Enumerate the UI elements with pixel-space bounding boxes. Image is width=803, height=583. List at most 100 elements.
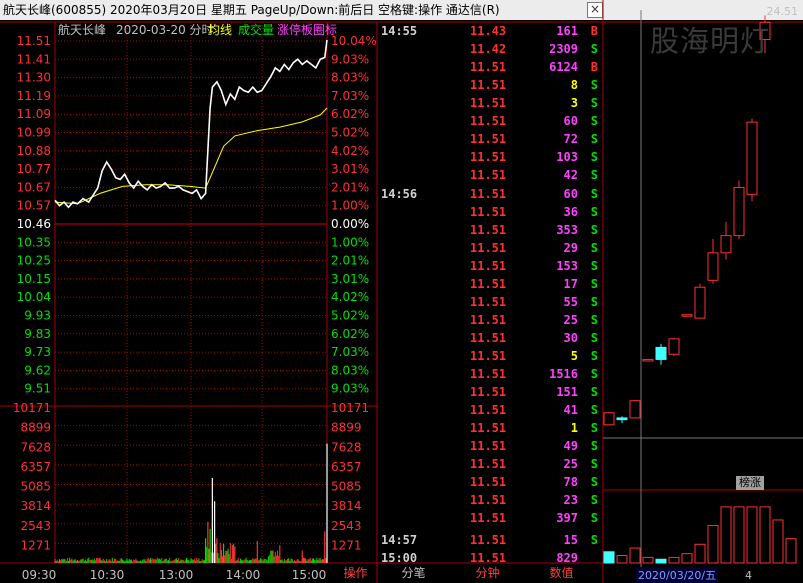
tab-operate[interactable]: 操作	[333, 564, 378, 583]
tick-price: 11.51	[470, 277, 507, 291]
tick-row: 11.51 23 S	[378, 491, 603, 509]
tick-price: 11.51	[470, 150, 507, 164]
tick-side: S	[590, 313, 598, 327]
tick-volume: 103	[556, 150, 578, 164]
kline-volume-bar	[629, 547, 641, 564]
pct-axis-label: 4.02%	[331, 290, 369, 304]
tab-tick[interactable]: 分笔	[381, 564, 446, 583]
kline-candle	[629, 400, 641, 419]
price-axis-label: 10.57	[17, 199, 51, 213]
tick-volume: 78	[563, 475, 578, 489]
bottom-tabs: 操作 分笔 分钟 数值	[333, 564, 603, 583]
price-axis-label: 10.99	[17, 126, 51, 140]
tick-side: S	[590, 96, 598, 110]
tick-row: 14:55 11.43 161 B	[378, 22, 603, 40]
tick-row: 11.51 353 S	[378, 221, 603, 239]
tick-side: B	[590, 60, 598, 74]
tick-price: 11.51	[470, 385, 507, 399]
tick-side: S	[590, 150, 598, 164]
tick-side: S	[590, 168, 598, 182]
pct-axis-label: 6.02%	[331, 327, 369, 341]
tick-volume: 2309	[549, 42, 578, 56]
tick-row: 11.51 1 S	[378, 419, 603, 437]
pct-axis-label: 8.03%	[331, 363, 369, 377]
price-axis-label: 10.67	[17, 180, 51, 194]
tick-volume: 41	[563, 403, 578, 417]
tick-volume: 3	[570, 96, 578, 110]
tick-volume: 49	[563, 439, 578, 453]
tick-side: S	[590, 187, 598, 201]
price-axis-label: 10.25	[17, 254, 51, 268]
vol-axis-label: 2543	[20, 519, 51, 533]
tick-price: 11.51	[470, 439, 507, 453]
tick-side: S	[590, 223, 598, 237]
tick-side: S	[590, 421, 598, 435]
tick-volume: 30	[563, 331, 578, 345]
vol-axis-label: 10171	[13, 401, 51, 415]
tick-row: 11.51 42 S	[378, 166, 603, 184]
tick-volume: 397	[556, 511, 578, 525]
tick-price: 11.51	[470, 114, 507, 128]
time-axis-label: 09:30	[22, 568, 57, 582]
tick-price: 11.51	[470, 241, 507, 255]
price-axis-label: 9.83	[24, 327, 51, 341]
kline-volume-bar	[720, 506, 732, 564]
tick-row: 11.51 41 S	[378, 401, 603, 419]
kline-top-value: 24.51	[767, 5, 799, 18]
kline-candle	[720, 235, 732, 254]
kline-volume-bar	[681, 553, 693, 564]
tick-list: 14:55 11.43 161 B 11.42 2309 S 11.51 6124 B 11.51 8…	[378, 20, 603, 565]
pct-axis-label: 9.03%	[331, 382, 369, 396]
tick-price: 11.51	[470, 475, 507, 489]
kline-candle	[668, 338, 680, 355]
vol-axis-label: 8899	[331, 421, 362, 435]
price-axis-label: 11.30	[17, 71, 51, 85]
vol-axis-label: 5085	[331, 480, 362, 494]
tick-row: 11.51 8 S	[378, 76, 603, 94]
price-axis-label: 11.09	[17, 107, 51, 121]
tick-side: S	[590, 114, 598, 128]
tick-row: 11.51 103 S	[378, 148, 603, 166]
tick-side: B	[590, 24, 598, 38]
tab-value[interactable]: 数值	[529, 564, 594, 583]
tick-price: 11.51	[470, 331, 507, 345]
tick-side: S	[590, 439, 598, 453]
avg-price-line	[54, 107, 328, 205]
tick-price: 11.51	[470, 511, 507, 525]
tick-side: S	[590, 295, 598, 309]
tick-side: S	[590, 331, 598, 345]
tick-row: 11.51 1516 S	[378, 365, 603, 383]
tick-price: 11.51	[470, 403, 507, 417]
tick-volume: 55	[563, 295, 578, 309]
price-axis-label: 9.62	[24, 363, 51, 377]
tick-time: 14:56	[381, 187, 418, 201]
kline-volume-bar	[603, 551, 615, 564]
tick-row: 11.51 25 S	[378, 455, 603, 473]
tick-volume: 8	[570, 78, 578, 92]
tick-volume: 5	[570, 349, 578, 363]
tick-side: S	[590, 132, 598, 146]
tab-minute[interactable]: 分钟	[455, 564, 520, 583]
tick-price: 11.51	[470, 187, 507, 201]
kline-candle	[616, 417, 628, 421]
tick-volume: 6124	[549, 60, 578, 74]
tick-row: 11.51 78 S	[378, 473, 603, 491]
pct-axis-label: 5.02%	[331, 309, 369, 323]
tick-volume: 25	[563, 313, 578, 327]
vol-axis-label: 10171	[331, 401, 369, 415]
price-axis-label: 11.19	[17, 89, 51, 103]
price-axis-label: 10.04	[17, 290, 51, 304]
tick-price: 11.51	[470, 60, 507, 74]
time-axis-label: 13:00	[159, 568, 194, 582]
tick-price: 11.51	[470, 295, 507, 309]
vol-axis-label: 5085	[20, 480, 51, 494]
pct-axis-label: 9.03%	[331, 52, 369, 66]
tick-row: 11.51 25 S	[378, 311, 603, 329]
price-axis-label: 9.93	[24, 309, 51, 323]
watermark: 股海明灯	[650, 24, 771, 58]
tick-side: S	[590, 42, 598, 56]
tick-row: 14:57 11.51 15 S	[378, 531, 603, 549]
pct-axis-label: 0.00%	[331, 217, 369, 231]
legend-avg-line: 均线	[208, 23, 232, 37]
tick-volume: 161	[556, 24, 578, 38]
